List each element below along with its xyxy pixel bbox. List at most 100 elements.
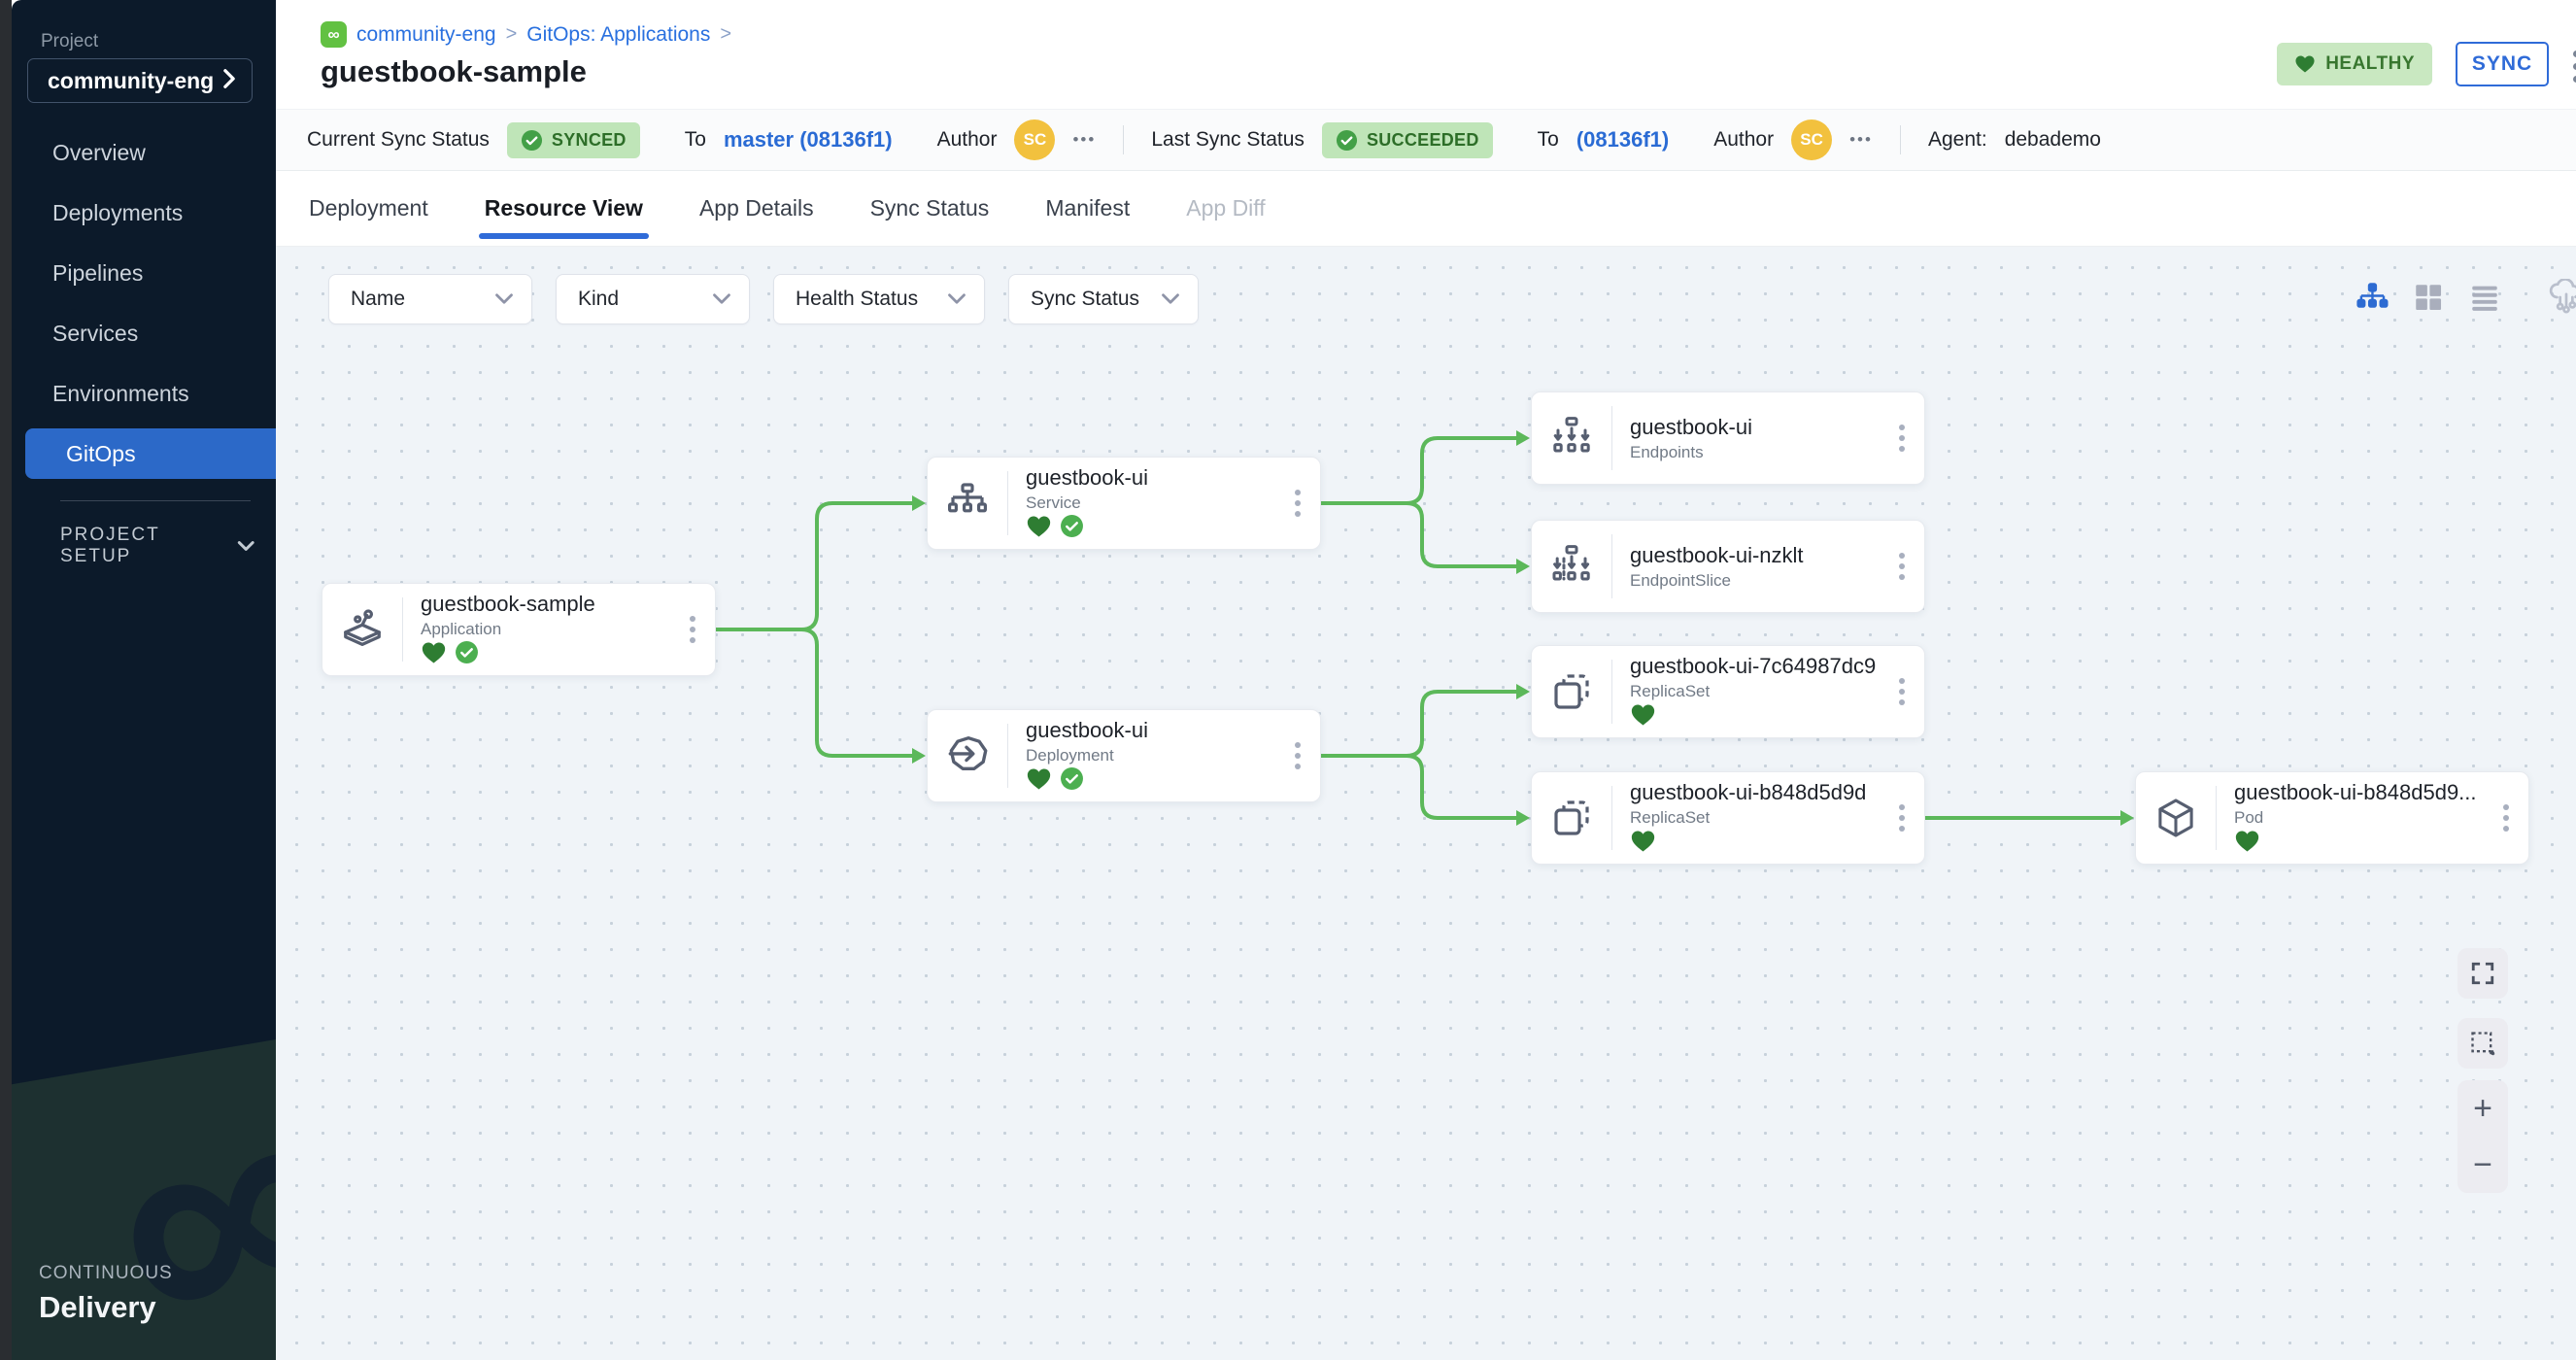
node-menu-button[interactable] <box>1289 736 1306 775</box>
page-title: guestbook-sample <box>321 54 587 89</box>
tab-bar: Deployment Resource View App Details Sync S… <box>276 171 2576 247</box>
status-bar: Current Sync Status SYNCED To master (08… <box>276 109 2576 171</box>
node-kind: Application <box>421 620 715 639</box>
replicaset-icon <box>1532 795 1611 841</box>
node-status-badges <box>421 642 715 667</box>
last-sync-more-button[interactable]: ••• <box>1849 130 1873 150</box>
node-menu-button[interactable] <box>1893 547 1911 586</box>
node-kind: ReplicaSet <box>1630 682 1924 701</box>
resource-node-service-svc[interactable]: guestbook-uiService <box>927 457 1321 550</box>
check-circle-icon <box>521 129 543 152</box>
node-status-badges <box>2234 831 2528 856</box>
sidebar-item-gitops[interactable]: GitOps <box>25 428 276 479</box>
list-view-button[interactable] <box>2465 280 2504 319</box>
resource-node-endpointslice-eps[interactable]: guestbook-ui-nzkltEndpointSlice <box>1531 520 1925 613</box>
pod-icon <box>2136 796 2216 840</box>
node-status-badges <box>1026 516 1320 541</box>
current-sync-status-label: Current Sync Status <box>307 128 490 152</box>
sidebar-item-environments[interactable]: Environments <box>12 363 276 424</box>
healthy-heart-icon <box>2234 830 2260 857</box>
tab-app-details[interactable]: App Details <box>699 171 814 246</box>
resource-node-deployment-deploy[interactable]: guestbook-uiDeployment <box>927 709 1321 802</box>
sidebar-item-project-setup[interactable]: PROJECT SETUP <box>60 525 254 567</box>
healthy-heart-icon <box>421 641 447 668</box>
project-setup-label: PROJECT SETUP <box>60 525 210 567</box>
sidebar: Project community-eng OverviewDeployment… <box>12 0 276 1360</box>
last-sync-revision-link[interactable]: (08136f1) <box>1576 127 1669 153</box>
module-label-delivery: Delivery <box>39 1290 156 1325</box>
main-area: ∞ community-eng > GitOps: Applications >… <box>276 0 2576 1360</box>
module-label-continuous: CONTINUOUS <box>39 1263 173 1284</box>
node-content: guestbook-ui-nzkltEndpointSlice <box>1612 543 1924 591</box>
resource-node-replicaset-rs1[interactable]: guestbook-ui-7c64987dc9 ReplicaSet <box>1531 645 1925 738</box>
node-menu-button[interactable] <box>1893 419 1911 458</box>
sync-button[interactable]: SYNC <box>2456 42 2549 86</box>
filter-name[interactable]: Name <box>328 274 532 324</box>
sidebar-item-deployments[interactable]: Deployments <box>12 183 276 243</box>
filter-health-status[interactable]: Health Status <box>773 274 985 324</box>
sidebar-item-overview[interactable]: Overview <box>12 122 276 183</box>
filter-label: Kind <box>578 288 619 311</box>
sidebar-item-pipelines[interactable]: Pipelines <box>12 243 276 303</box>
tree-view-icon <box>2355 280 2390 320</box>
resource-graph-canvas[interactable]: Name Kind Health Status Sync Status guestbo… <box>276 247 2576 1360</box>
fullscreen-button[interactable] <box>2457 948 2508 999</box>
node-menu-button[interactable] <box>1289 484 1306 523</box>
filter-label: Name <box>351 288 405 311</box>
tree-view-button[interactable] <box>2353 280 2391 319</box>
resource-node-endpoints-ep[interactable]: guestbook-uiEndpoints <box>1531 391 1925 485</box>
node-kind: Endpoints <box>1630 443 1924 462</box>
agent-label: Agent: <box>1928 128 1987 152</box>
healthy-heart-icon <box>1026 515 1052 542</box>
node-content: guestbook-ui-7c64987dc9 ReplicaSet <box>1612 654 1924 730</box>
filter-label: Sync Status <box>1031 288 1139 311</box>
node-menu-button[interactable] <box>2497 799 2515 837</box>
tab-manifest[interactable]: Manifest <box>1045 171 1130 246</box>
node-title: guestbook-ui <box>1026 718 1320 743</box>
filter-sync-status[interactable]: Sync Status <box>1008 274 1199 324</box>
filter-bar: Name Kind Health Status Sync Status <box>328 274 1199 324</box>
project-selector[interactable]: community-eng <box>27 58 253 103</box>
tab-deployment[interactable]: Deployment <box>309 171 428 246</box>
breadcrumb-link-project[interactable]: community-eng <box>356 23 496 47</box>
tab-resource-view[interactable]: Resource View <box>485 171 643 246</box>
divider <box>1123 125 1124 154</box>
view-switcher <box>2323 280 2576 323</box>
node-title: guestbook-ui-b848d5d9... <box>2234 780 2528 805</box>
node-menu-button[interactable] <box>684 610 701 649</box>
synced-check-icon <box>1060 514 1084 541</box>
marquee-select-icon <box>2469 1030 2496 1057</box>
agent-value: debademo <box>2005 128 2101 152</box>
node-status-badges <box>1630 704 1924 730</box>
node-menu-button[interactable] <box>1893 799 1911 837</box>
resource-node-pod-pod[interactable]: guestbook-ui-b848d5d9...Pod <box>2135 771 2529 865</box>
resource-node-application-app[interactable]: guestbook-sampleApplication <box>322 583 716 676</box>
breadcrumb-separator: > <box>506 23 518 46</box>
filter-kind[interactable]: Kind <box>556 274 750 324</box>
healthy-heart-icon <box>1630 830 1656 857</box>
marquee-select-button[interactable] <box>2457 1018 2508 1069</box>
network-view-button[interactable] <box>2547 280 2576 319</box>
synced-badge-label: SYNCED <box>552 130 627 151</box>
current-sync-revision-link[interactable]: master (08136f1) <box>724 127 893 153</box>
succeeded-badge-label: SUCCEEDED <box>1367 130 1479 151</box>
zoom-in-button[interactable]: + <box>2457 1080 2508 1137</box>
current-sync-more-button[interactable]: ••• <box>1072 130 1096 150</box>
sidebar-item-services[interactable]: Services <box>12 303 276 363</box>
grid-view-button[interactable] <box>2409 280 2448 319</box>
resource-node-replicaset-rs2[interactable]: guestbook-ui-b848d5d9dReplicaSet <box>1531 771 1925 865</box>
node-menu-button[interactable] <box>1893 672 1911 711</box>
node-content: guestbook-uiEndpoints <box>1612 415 1924 462</box>
window-edge <box>0 0 12 1360</box>
author-avatar[interactable]: SC <box>1014 119 1055 160</box>
node-kind: ReplicaSet <box>1630 808 1924 828</box>
breadcrumb-link-applications[interactable]: GitOps: Applications <box>526 23 710 47</box>
check-circle-icon <box>1336 129 1358 152</box>
tab-sync-status[interactable]: Sync Status <box>870 171 990 246</box>
node-status-badges <box>1630 831 1924 856</box>
health-status-badge: HEALTHY <box>2277 43 2432 85</box>
node-title: guestbook-ui-7c64987dc9 <box>1630 654 1924 679</box>
author-avatar[interactable]: SC <box>1791 119 1832 160</box>
node-content: guestbook-sampleApplication <box>403 592 715 667</box>
zoom-out-button[interactable]: − <box>2457 1137 2508 1193</box>
